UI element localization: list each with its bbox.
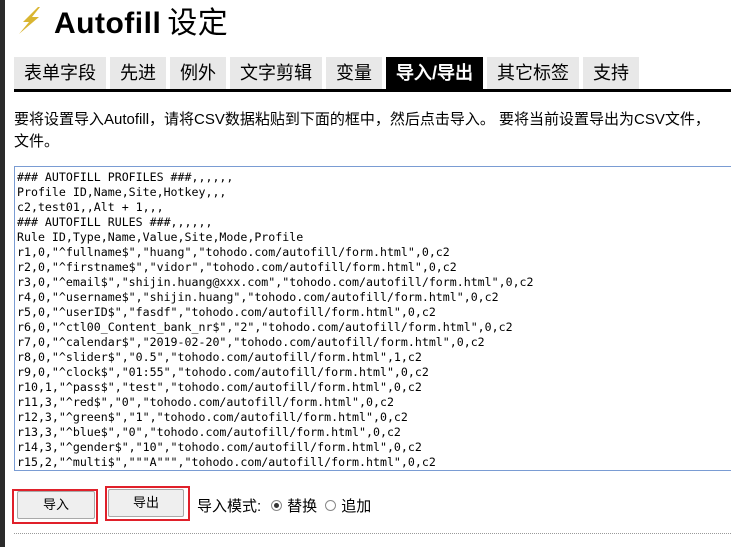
instructions-line-1: 要将设置导入Autofill，请将CSV数据粘贴到下面的框中，然后点击导入。 要… xyxy=(14,111,710,128)
csv-line: c2,test01,,Alt + 1,,, xyxy=(17,200,164,214)
divider xyxy=(14,533,731,534)
csv-line: ### AUTOFILL PROFILES ###,,,,,, xyxy=(17,170,234,184)
append-label: 追加 xyxy=(341,497,372,515)
csv-line: r8,0,"^slider$","0.5","tohodo.com/autofi… xyxy=(17,350,422,364)
csv-line: r9,0,"^clock$","01:55","tohodo.com/autof… xyxy=(17,365,429,379)
append-radio[interactable] xyxy=(325,499,337,511)
replace-label: 替换 xyxy=(287,497,318,515)
csv-line: Profile ID,Name,Site,Hotkey,,, xyxy=(17,185,227,199)
csv-line: ### AUTOFILL RULES ###,,,,,, xyxy=(17,215,213,229)
window-edge xyxy=(0,0,5,547)
csv-line: r13,3,"^blue$","0","tohodo.com/autofill/… xyxy=(17,425,401,439)
app-name: Autofill xyxy=(54,7,162,40)
instructions-line-2: 文件。 xyxy=(14,133,60,150)
csv-line: r7,0,"^calendar$","2019-02-20","tohodo.c… xyxy=(17,335,485,349)
tab-bar: 表单字段 先进 例外 文字剪辑 变量 导入/导出 其它标签 支持 xyxy=(14,57,643,89)
instructions-text: 要将设置导入Autofill，请将CSV数据粘贴到下面的框中，然后点击导入。 要… xyxy=(14,109,729,153)
csv-textarea[interactable]: ### AUTOFILL PROFILES ###,,,,,, Profile I… xyxy=(14,166,731,471)
tab-text-clips[interactable]: 文字剪辑 xyxy=(230,57,322,89)
csv-line: r12,3,"^green$","1","tohodo.com/autofill… xyxy=(17,410,408,424)
tab-variables[interactable]: 变量 xyxy=(326,57,382,89)
tab-exceptions[interactable]: 例外 xyxy=(170,57,226,89)
csv-line: r3,0,"^email$","shijin.huang@xxx.com","t… xyxy=(17,275,534,289)
tab-underline xyxy=(14,89,731,92)
csv-line: r6,0,"^ctl00_Content_bank_nr$","2","toho… xyxy=(17,320,513,334)
csv-line: r5,0,"^userID$","fasdf","tohodo.com/auto… xyxy=(17,305,436,319)
csv-line: r10,1,"^pass$","test","tohodo.com/autofi… xyxy=(17,380,422,394)
export-button-highlight xyxy=(105,486,190,521)
tab-import-export[interactable]: 导入/导出 xyxy=(386,57,484,89)
csv-line: Rule ID,Type,Name,Value,Site,Mode,Profil… xyxy=(17,230,304,244)
tab-form-fields[interactable]: 表单字段 xyxy=(14,57,106,89)
csv-line: r14,3,"^gender$","10","tohodo.com/autofi… xyxy=(17,440,422,454)
tab-support[interactable]: 支持 xyxy=(583,57,640,89)
import-button-highlight xyxy=(12,489,98,524)
import-mode-label: 导入模式: xyxy=(197,497,262,515)
page-header: Autofill 设定 xyxy=(14,0,228,40)
tab-advanced[interactable]: 先进 xyxy=(110,57,166,89)
option-replace[interactable]: 替换 xyxy=(271,495,317,516)
tab-other[interactable]: 其它标签 xyxy=(487,57,580,89)
option-append[interactable]: 追加 xyxy=(325,495,371,516)
import-mode: 导入模式: 替换 追加 xyxy=(197,494,379,516)
lightning-bolt-icon xyxy=(19,7,40,34)
csv-line: r1,0,"^fullname$","huang","tohodo.com/au… xyxy=(17,245,450,259)
csv-line: r11,3,"^red$","0","tohodo.com/autofill/f… xyxy=(17,395,394,409)
app-subtitle: 设定 xyxy=(167,7,229,40)
page-title: Autofill 设定 xyxy=(54,0,228,42)
csv-line: r2,0,"^firstname$","vidor","tohodo.com/a… xyxy=(17,260,457,274)
replace-radio[interactable] xyxy=(271,499,283,511)
csv-line: r15,2,"^multi$","""A""","tohodo.com/auto… xyxy=(17,455,436,469)
csv-line: r4,0,"^username$","shijin.huang","tohodo… xyxy=(17,290,499,304)
